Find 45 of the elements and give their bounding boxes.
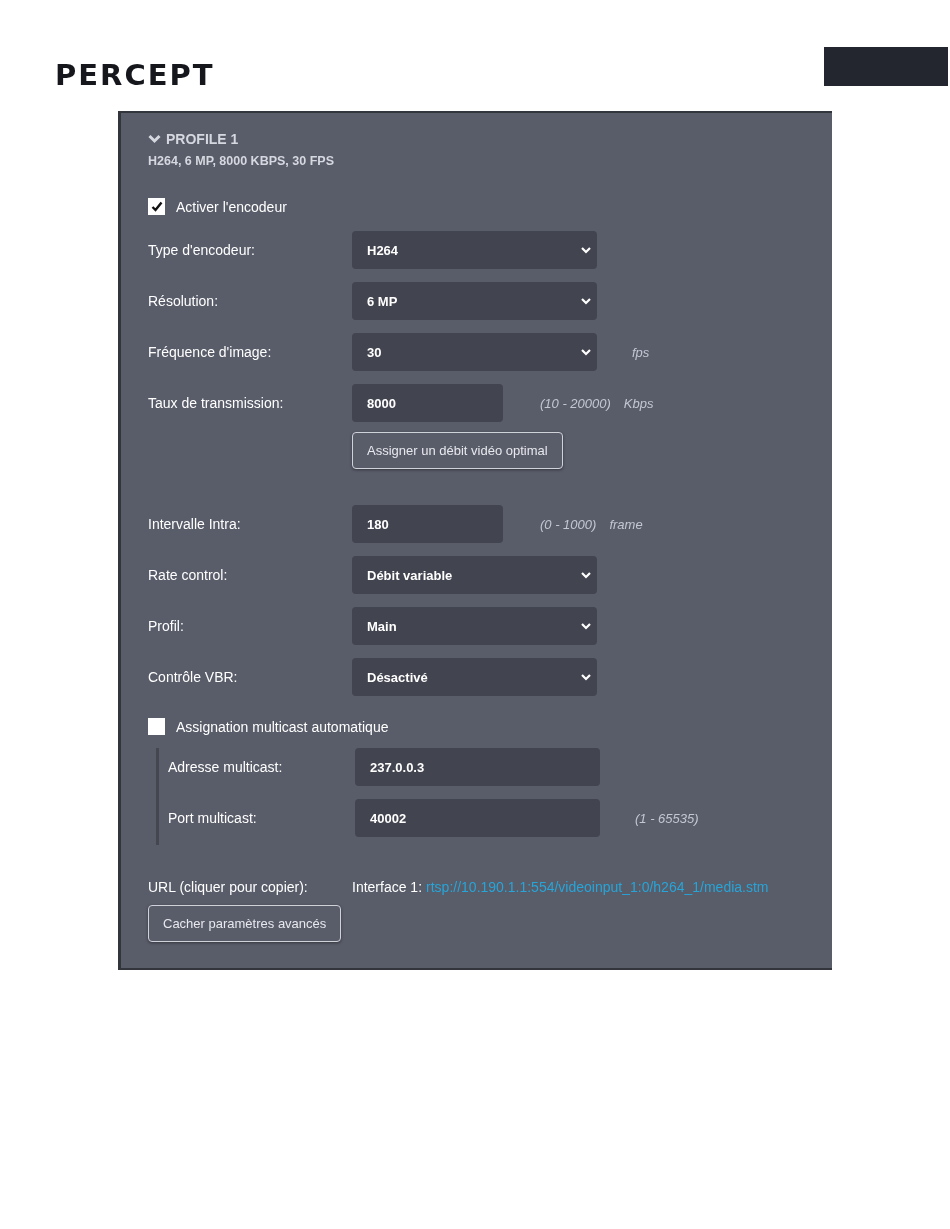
dropdown[interactable]: Débit variable	[352, 556, 597, 594]
range-label: (0 - 1000)	[540, 516, 597, 532]
field-label: Contrôle VBR:	[148, 669, 239, 685]
chevron-down-icon	[581, 348, 591, 356]
field-label: Rate control:	[148, 567, 229, 583]
interface-label: Interface 1:	[352, 879, 423, 895]
unit-label: Kbps	[623, 395, 654, 411]
field-label: Adresse multicast:	[168, 759, 284, 775]
hide-advanced-button[interactable]: Cacher paramètres avancés	[148, 905, 342, 942]
range-label: (1 - 65535)	[635, 810, 699, 826]
field-label: Taux de transmission:	[148, 395, 285, 411]
checkbox[interactable]	[148, 198, 165, 215]
dropdown[interactable]: H264	[352, 231, 597, 269]
profile-summary: H264, 6 MP, 8000 KBPS, 30 FPS	[148, 154, 335, 168]
logo: PERCEPT	[55, 59, 215, 91]
field-label: Port multicast:	[168, 810, 258, 826]
field-label: Résolution:	[148, 293, 220, 309]
unit-label: fps	[632, 344, 650, 360]
checkbox[interactable]	[148, 718, 165, 735]
input-field[interactable]: 180	[352, 505, 503, 543]
chevron-down-icon	[148, 134, 161, 144]
chevron-down-icon	[581, 673, 591, 681]
field-label: Fréquence d'image:	[148, 344, 273, 360]
input-field[interactable]: 40002	[355, 799, 600, 837]
chevron-down-icon	[581, 246, 591, 254]
checkbox-label: Assignation multicast automatique	[176, 718, 389, 735]
chevron-down-icon	[581, 571, 591, 579]
input-field[interactable]: 237.0.0.3	[355, 748, 600, 786]
field-label: Intervalle Intra:	[148, 516, 242, 532]
chevron-down-icon	[581, 297, 591, 305]
profile-header[interactable]: PROFILE 1	[148, 131, 832, 147]
field-label: Profil:	[148, 618, 185, 634]
dropdown[interactable]: Main	[352, 607, 597, 645]
input-field[interactable]: 8000	[352, 384, 503, 422]
profile-title: PROFILE 1	[166, 131, 239, 147]
chevron-down-icon	[581, 622, 591, 630]
field-label: URL (cliquer pour copier):	[148, 879, 309, 895]
field-label: Type d'encodeur:	[148, 242, 256, 258]
unit-label: frame	[609, 516, 643, 532]
dropdown[interactable]: 30	[352, 333, 597, 371]
range-label: (10 - 20000)	[540, 395, 611, 411]
checkbox-label: Activer l'encodeur	[176, 198, 287, 215]
dropdown[interactable]: Désactivé	[352, 658, 597, 696]
optimal-bitrate-button[interactable]: Assigner un débit vidéo optimal	[352, 432, 563, 469]
dropdown[interactable]: 6 MP	[352, 282, 597, 320]
